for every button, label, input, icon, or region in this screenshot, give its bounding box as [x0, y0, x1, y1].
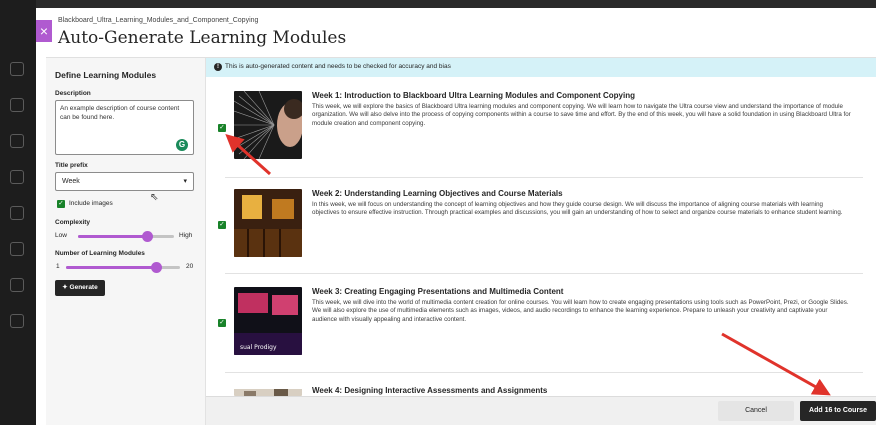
- background-nav-icon: [10, 242, 24, 256]
- module-item: ✓ Week 1: Introduction to Blackboard Ult…: [206, 91, 876, 171]
- module-item: ✓ sual Prodigy Week 3: Creating Engaging…: [206, 287, 876, 359]
- background-nav-icon: [10, 170, 24, 184]
- module-checkbox[interactable]: ✓: [218, 319, 226, 327]
- svg-text:sual Prodigy: sual Prodigy: [240, 344, 277, 351]
- module-item: Week 4: Designing Interactive Assessment…: [206, 386, 876, 396]
- complexity-label: Complexity: [55, 219, 91, 226]
- background-nav-icon: [10, 134, 24, 148]
- module-description: In this week, we will focus on understan…: [312, 201, 843, 217]
- sparkle-icon: ✦: [62, 284, 70, 291]
- complexity-high-label: High: [179, 232, 193, 239]
- module-divider: [225, 177, 863, 178]
- ai-notice-banner: ! This is auto-generated content and need…: [206, 58, 876, 77]
- module-count-label: Number of Learning Modules: [55, 250, 145, 257]
- description-value: An example description of course content…: [60, 105, 180, 121]
- title-prefix-value: Week: [62, 178, 80, 185]
- page-title: Auto-Generate Learning Modules: [58, 28, 347, 48]
- background-nav-icon: [10, 62, 24, 76]
- module-title: Week 1: Introduction to Blackboard Ultra…: [312, 91, 635, 100]
- chevron-down-icon: ▾: [183, 178, 187, 185]
- module-description: This week, we will dive into the world o…: [312, 299, 849, 323]
- module-thumbnail: sual Prodigy: [234, 287, 302, 355]
- title-prefix-select[interactable]: Week ▾: [55, 172, 194, 191]
- title-prefix-label: Title prefix: [55, 162, 88, 169]
- module-checkbox[interactable]: ✓: [218, 221, 226, 229]
- info-icon: !: [214, 63, 222, 71]
- add-to-course-button[interactable]: Add 16 to Course: [800, 401, 876, 421]
- include-images-label: Include images: [69, 200, 113, 207]
- mouse-cursor-icon: ⇖: [150, 192, 159, 203]
- background-nav-icon: [10, 98, 24, 112]
- module-count-slider[interactable]: [66, 262, 180, 273]
- module-title: Week 4: Designing Interactive Assessment…: [312, 386, 548, 395]
- description-field[interactable]: An example description of course content…: [55, 100, 194, 155]
- generate-button-label: Generate: [69, 284, 98, 291]
- settings-heading: Define Learning Modules: [55, 70, 157, 80]
- cancel-button[interactable]: Cancel: [718, 401, 794, 421]
- module-description: This week, we will explore the basics of…: [312, 103, 851, 127]
- complexity-low-label: Low: [55, 232, 67, 239]
- module-count-min: 1: [56, 263, 60, 270]
- module-divider: [225, 372, 863, 373]
- module-thumbnail: [234, 386, 302, 396]
- complexity-slider[interactable]: [78, 231, 174, 242]
- module-thumbnail: [234, 189, 302, 257]
- background-nav-icon: [10, 206, 24, 220]
- module-title: Week 3: Creating Engaging Presentations …: [312, 287, 564, 296]
- background-nav-rail: [0, 0, 36, 425]
- module-divider: [225, 273, 863, 274]
- module-thumbnail: [234, 91, 302, 159]
- description-label: Description: [55, 90, 91, 97]
- include-images-checkbox[interactable]: ✓: [57, 200, 65, 208]
- module-count-max: 20: [186, 263, 194, 270]
- complexity-slider-fill: [78, 235, 148, 238]
- breadcrumb: Blackboard_Ultra_Learning_Modules_and_Co…: [58, 17, 259, 24]
- module-count-slider-fill: [66, 266, 156, 269]
- grammarly-icon[interactable]: G: [176, 139, 188, 151]
- close-icon[interactable]: ×: [36, 20, 52, 42]
- notice-text: This is auto-generated content and needs…: [225, 63, 451, 70]
- module-checkbox[interactable]: ✓: [218, 124, 226, 132]
- module-title: Week 2: Understanding Learning Objective…: [312, 189, 563, 198]
- background-nav-icon: [10, 314, 24, 328]
- generate-button[interactable]: ✦ Generate: [55, 280, 105, 296]
- module-item: ✓ Week 2: Understanding Learning Objecti…: [206, 189, 876, 261]
- background-nav-icon: [10, 278, 24, 292]
- module-count-slider-handle[interactable]: [151, 262, 162, 273]
